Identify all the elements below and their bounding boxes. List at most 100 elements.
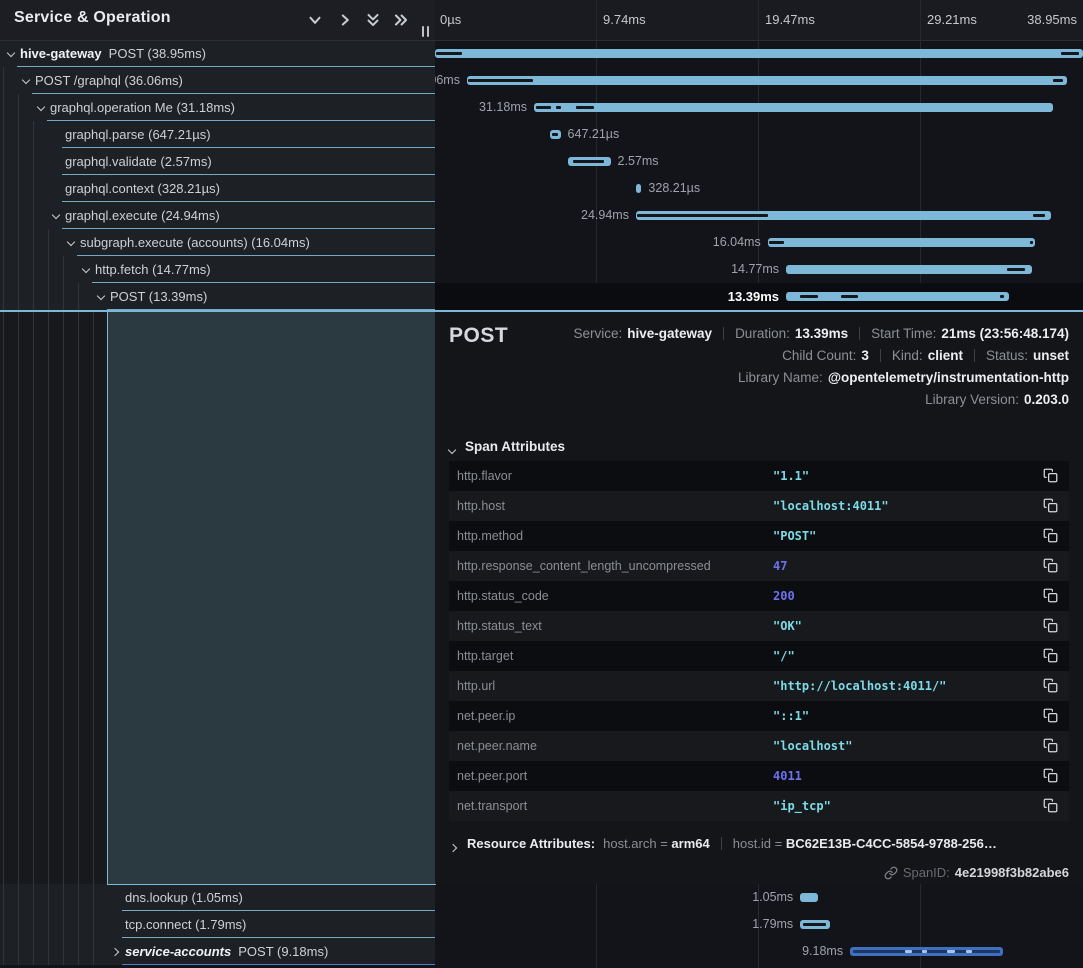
span-attributes-header[interactable]: Span Attributes xyxy=(449,437,565,457)
chevron-down-icon[interactable] xyxy=(96,292,106,302)
span-bar[interactable] xyxy=(568,157,611,166)
span-tree-row[interactable]: POST /graphql (36.06ms) xyxy=(0,67,435,94)
indent-guide xyxy=(33,202,34,229)
span-bar[interactable] xyxy=(534,103,1053,112)
equals-sign: = xyxy=(771,836,786,851)
span-tree-row[interactable]: dns.lookup (1.05ms) xyxy=(0,884,435,911)
copy-button[interactable] xyxy=(1043,588,1059,604)
timeline-row[interactable]: 31.18ms xyxy=(435,94,1083,121)
chevron-down-icon[interactable] xyxy=(21,76,31,86)
span-bar-child-mark xyxy=(947,950,954,953)
indent-guide xyxy=(63,911,64,938)
chevron-right-icon[interactable] xyxy=(336,11,354,29)
span-bar-child-mark xyxy=(468,79,533,82)
double-chevron-down-icon[interactable] xyxy=(364,11,382,29)
span-tree-row[interactable]: tcp.connect (1.79ms) xyxy=(0,911,435,938)
timeline-row[interactable] xyxy=(435,40,1083,67)
timeline-row[interactable]: 13.39ms xyxy=(435,283,1083,310)
span-tree-row[interactable]: graphql.context (328.21µs) xyxy=(0,175,435,202)
span-row-label: tcp.connect (1.79ms) xyxy=(125,911,246,938)
chevron-down-icon[interactable] xyxy=(6,49,16,59)
span-bar[interactable] xyxy=(467,76,1067,85)
detail-meta-line: Library Name:@opentelemetry/instrumentat… xyxy=(738,367,1069,389)
detail-left-box[interactable] xyxy=(107,312,436,885)
span-bar[interactable] xyxy=(786,265,1032,274)
resource-attributes-title[interactable]: Resource Attributes: xyxy=(467,836,595,851)
detail-indent-guides xyxy=(0,312,107,884)
double-chevron-right-icon[interactable] xyxy=(392,11,410,29)
chevron-down-icon[interactable] xyxy=(51,211,61,221)
timeline-row[interactable]: 14.77ms xyxy=(435,256,1083,283)
trace-viewer: 0µs9.74ms19.47ms29.21ms38.95ms36.06ms31.… xyxy=(0,0,1083,968)
timeline-row[interactable]: 36.06ms xyxy=(435,67,1083,94)
resource-value: arm64 xyxy=(671,836,709,851)
indent-guide xyxy=(18,283,19,310)
span-tree-row[interactable]: graphql.execute (24.94ms) xyxy=(0,202,435,229)
copy-button[interactable] xyxy=(1043,708,1059,724)
span-detail-panel: POST Span Attributes http.flavor"1.1"htt… xyxy=(435,312,1083,884)
timeline-row[interactable]: 24.94ms xyxy=(435,202,1083,229)
timeline-row[interactable]: 647.21µs xyxy=(435,121,1083,148)
span-bar[interactable] xyxy=(550,130,561,139)
span-row-label: POST /graphql (36.06ms) xyxy=(35,67,183,94)
span-tree-row[interactable]: subgraph.execute (accounts) (16.04ms) xyxy=(0,229,435,256)
chevron-down-icon[interactable] xyxy=(81,265,91,275)
span-bar[interactable] xyxy=(800,893,817,902)
span-bar-child-mark xyxy=(769,241,784,244)
span-row-label: graphql.operation Me (31.18ms) xyxy=(50,94,235,121)
span-tree-row[interactable]: graphql.parse (647.21µs) xyxy=(0,121,435,148)
timeline-row[interactable]: 9.18ms xyxy=(435,938,1083,965)
detail-top-border xyxy=(0,310,1083,312)
detail-meta-line: Child Count:3Kind:clientStatus:unset xyxy=(782,345,1069,367)
copy-icon xyxy=(1043,768,1058,783)
detail-meta-line: Library Version:0.203.0 xyxy=(925,389,1069,411)
copy-button[interactable] xyxy=(1043,528,1059,544)
indent-guide xyxy=(93,884,94,911)
divider xyxy=(880,349,881,362)
copy-button[interactable] xyxy=(1043,678,1059,694)
tree-panel-header: Service & Operation xyxy=(0,0,435,41)
copy-button[interactable] xyxy=(1043,798,1059,814)
timeline-row[interactable]: 1.79ms xyxy=(435,911,1083,938)
chevron-down-icon[interactable] xyxy=(306,11,324,29)
timeline-row[interactable]: 2.57ms xyxy=(435,148,1083,175)
panel-resize-handle[interactable] xyxy=(420,25,432,38)
chevron-down-icon[interactable] xyxy=(66,238,76,248)
copy-button[interactable] xyxy=(1043,768,1059,784)
chevron-down-icon[interactable] xyxy=(36,103,46,113)
link-icon[interactable] xyxy=(884,866,898,880)
copy-button[interactable] xyxy=(1043,618,1059,634)
span-bar[interactable] xyxy=(768,238,1035,247)
chevron-down-icon xyxy=(447,446,457,456)
span-row-label: graphql.execute (24.94ms) xyxy=(65,202,220,229)
chevron-right-icon[interactable] xyxy=(449,843,459,853)
indent-guide xyxy=(18,938,19,965)
span-bar[interactable] xyxy=(786,292,1009,301)
span-tree-row[interactable]: service-accountsPOST (9.18ms) xyxy=(0,938,435,965)
copy-button[interactable] xyxy=(1043,498,1059,514)
span-tree-row[interactable]: POST (13.39ms) xyxy=(0,283,435,310)
span-tree-row[interactable]: hive-gatewayPOST (38.95ms) xyxy=(0,40,435,67)
chevron-right-icon[interactable] xyxy=(111,947,121,957)
span-tree-row[interactable]: graphql.operation Me (31.18ms) xyxy=(0,94,435,121)
timeline-row[interactable]: 1.05ms xyxy=(435,884,1083,911)
indent-guide xyxy=(33,938,34,965)
copy-icon xyxy=(1043,618,1058,633)
span-bar[interactable] xyxy=(850,947,1003,956)
copy-button[interactable] xyxy=(1043,738,1059,754)
span-tree-row[interactable]: graphql.validate (2.57ms) xyxy=(0,148,435,175)
copy-button[interactable] xyxy=(1043,558,1059,574)
span-bar[interactable] xyxy=(636,211,1051,220)
timeline-row[interactable]: 16.04ms xyxy=(435,229,1083,256)
copy-button[interactable] xyxy=(1043,468,1059,484)
attribute-row: http.method"POST" xyxy=(449,521,1069,551)
copy-button[interactable] xyxy=(1043,648,1059,664)
span-bar[interactable] xyxy=(435,49,1083,58)
span-bar[interactable] xyxy=(800,920,830,929)
timeline-row[interactable]: 328.21µs xyxy=(435,175,1083,202)
indent-guide xyxy=(3,94,4,121)
span-bar-child-mark xyxy=(966,950,972,953)
attribute-key: net.peer.name xyxy=(457,731,537,761)
span-bar[interactable] xyxy=(636,184,641,193)
span-tree-row[interactable]: http.fetch (14.77ms) xyxy=(0,256,435,283)
